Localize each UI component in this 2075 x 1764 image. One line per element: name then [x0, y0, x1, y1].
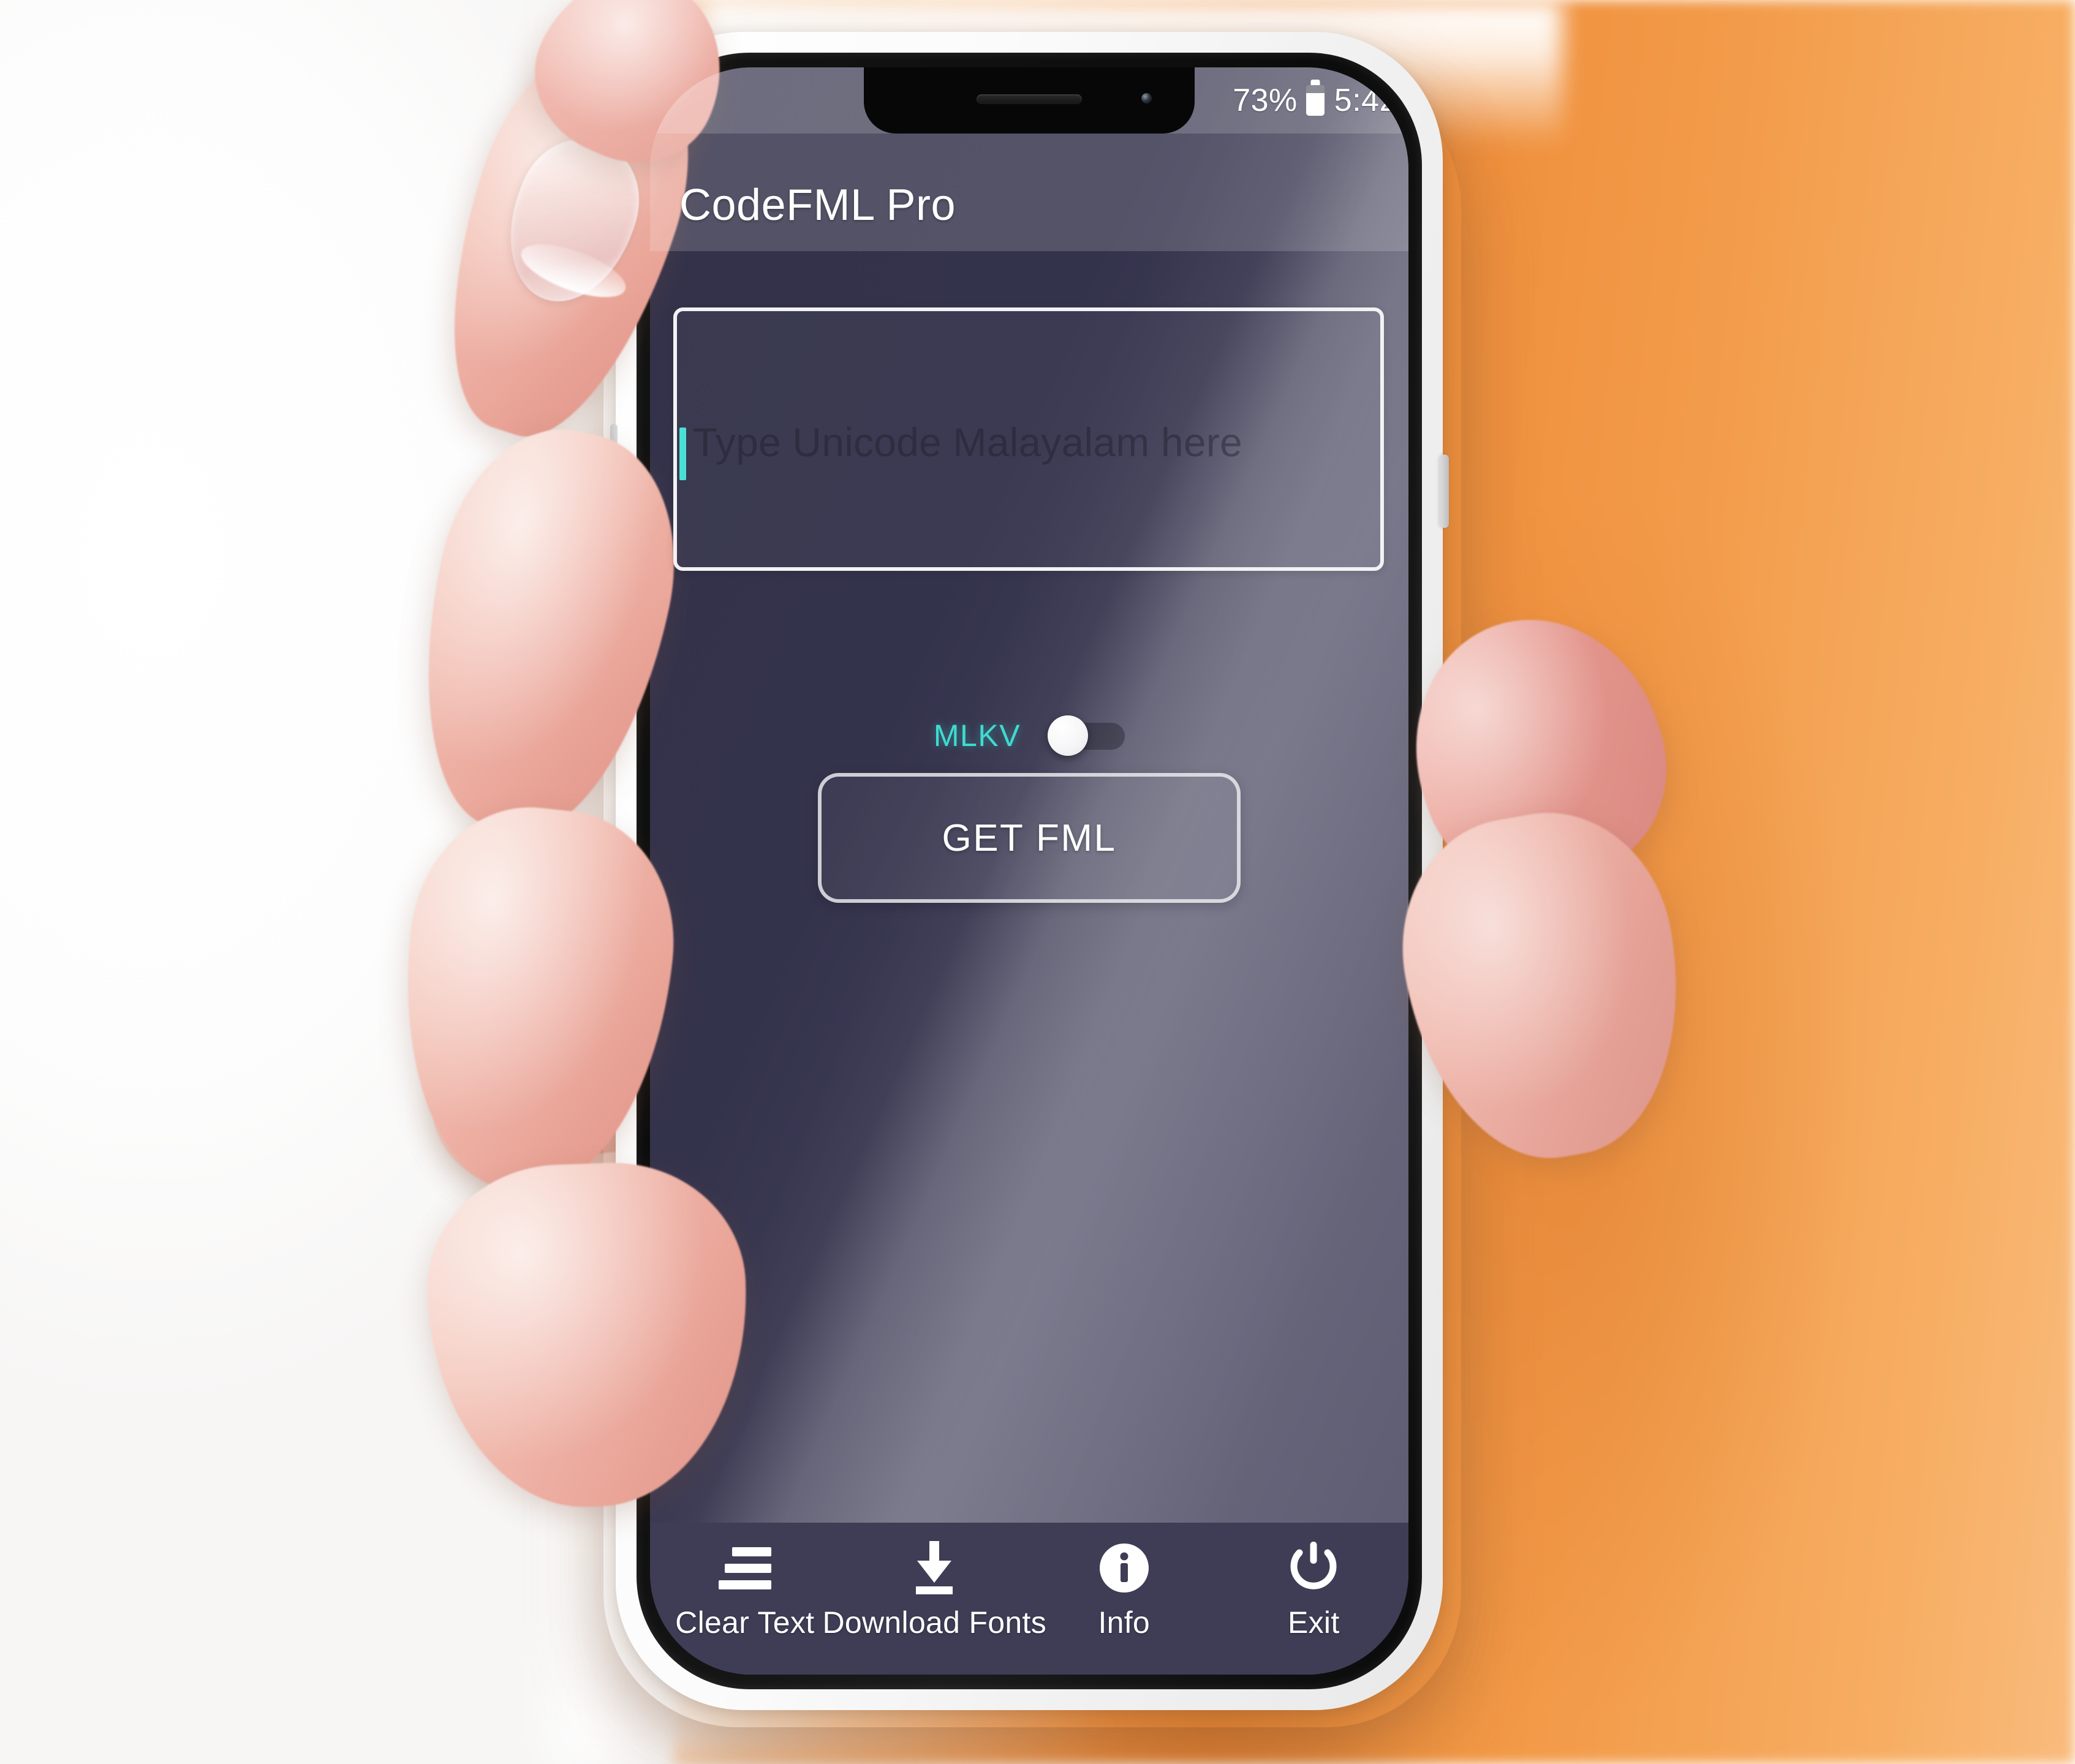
- info-circle-icon: [1098, 1536, 1151, 1600]
- nav-label-clear-text: Clear Text: [675, 1605, 815, 1640]
- phone-device: CodeFML Pro 73% 5:42 Type Unicode Malaya…: [610, 32, 1449, 1710]
- power-icon: [1287, 1536, 1340, 1600]
- nav-item-info[interactable]: Info: [1032, 1536, 1216, 1640]
- get-fml-button[interactable]: GET FML: [818, 773, 1241, 903]
- text-caret: [679, 428, 686, 480]
- page-title: CodeFML Pro: [679, 181, 956, 230]
- front-camera-icon: [1141, 93, 1152, 104]
- download-icon: [909, 1536, 960, 1600]
- bottom-navigation-bar: Clear Text Download Fonts Info Exit: [650, 1523, 1408, 1675]
- text-input-placeholder: Type Unicode Malayalam here: [693, 420, 1242, 465]
- mlkv-toggle-switch[interactable]: [1048, 715, 1125, 756]
- nav-item-download-fonts[interactable]: Download Fonts: [823, 1536, 1046, 1640]
- display-notch: [864, 67, 1195, 134]
- toggle-thumb: [1048, 715, 1089, 756]
- battery-icon: [1306, 85, 1325, 116]
- earpiece-speaker-icon: [977, 94, 1082, 104]
- nav-item-exit[interactable]: Exit: [1222, 1536, 1405, 1640]
- nav-label-info: Info: [1098, 1605, 1151, 1640]
- power-button-hardware[interactable]: [1440, 454, 1449, 528]
- align-lines-icon: [718, 1536, 771, 1600]
- phone-screen: CodeFML Pro 73% 5:42 Type Unicode Malaya…: [650, 67, 1408, 1675]
- unicode-text-input[interactable]: Type Unicode Malayalam here: [673, 307, 1384, 571]
- photo-scene: CodeFML Pro 73% 5:42 Type Unicode Malaya…: [0, 0, 2075, 1764]
- battery-percent-label: 73%: [1233, 83, 1298, 118]
- app-content: Type Unicode Malayalam here MLKV GET FML: [650, 251, 1408, 1675]
- clock-label: 5:42: [1334, 83, 1397, 118]
- nav-item-clear-text[interactable]: Clear Text: [653, 1536, 837, 1640]
- mlkv-toggle-label: MLKV: [933, 718, 1021, 753]
- mlkv-toggle-row: MLKV: [650, 715, 1408, 756]
- nav-label-download-fonts: Download Fonts: [822, 1605, 1047, 1640]
- nav-label-exit: Exit: [1287, 1605, 1340, 1640]
- phone-bezel: CodeFML Pro 73% 5:42 Type Unicode Malaya…: [637, 53, 1422, 1689]
